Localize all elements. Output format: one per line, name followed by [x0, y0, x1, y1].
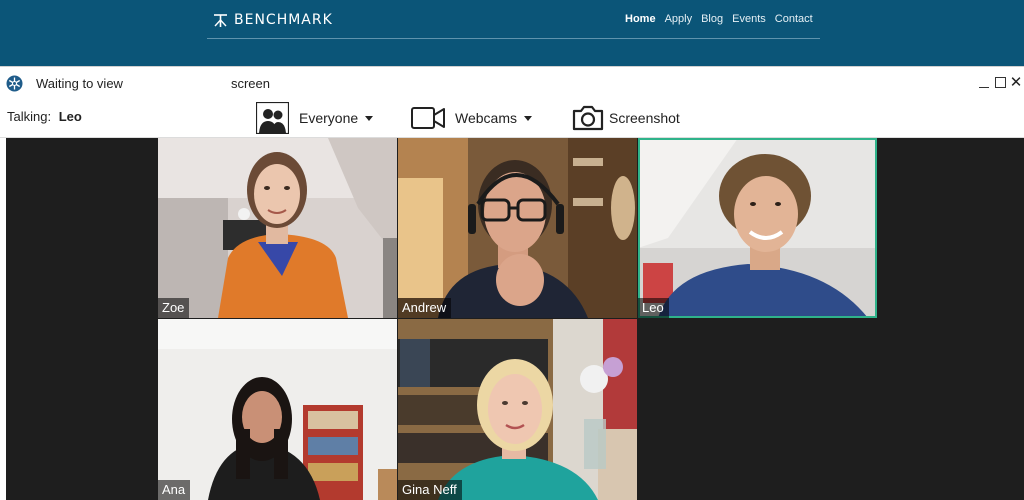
video-stage: Zoe Andrew Leo Ana Gina Neff [6, 138, 1024, 500]
snowflake-icon [6, 75, 23, 92]
participant-name: Zoe [158, 298, 190, 318]
nav-link-contact[interactable]: Contact [775, 13, 813, 25]
close-icon[interactable]: ✕ [1008, 73, 1024, 91]
brand-logo[interactable]: BENCHMARK [213, 11, 333, 29]
site-nav: Home Apply Blog Events Contact [625, 13, 813, 25]
webcam-feed [158, 319, 397, 500]
benchmark-logo-icon [214, 13, 227, 27]
video-tile-zoe[interactable]: Zoe [158, 138, 397, 318]
participant-name: Leo [638, 298, 669, 318]
participant-name: Andrew [398, 298, 452, 318]
viewer-toolbar: Talking: Leo Everyone Webcams Screenshot [0, 99, 1024, 138]
webcams-label: Webcams [455, 110, 517, 126]
talking-label: Talking: [7, 109, 52, 124]
video-tile-ana[interactable]: Ana [158, 319, 397, 500]
webcam-feed [158, 138, 397, 318]
minimize-icon[interactable] [976, 73, 992, 91]
chevron-down-icon [523, 115, 532, 121]
video-tile-leo[interactable]: Leo [638, 138, 877, 318]
participant-name: Gina Neff [398, 480, 462, 500]
screenshot-label: Screenshot [609, 110, 680, 126]
redacted-name [126, 76, 227, 91]
video-tile-andrew[interactable]: Andrew [398, 138, 637, 318]
talking-name: Leo [58, 109, 82, 124]
nav-link-apply[interactable]: Apply [665, 13, 693, 25]
nav-link-blog[interactable]: Blog [701, 13, 723, 25]
brand-name: BENCHMARK [234, 12, 333, 28]
webcam-icon [411, 107, 445, 129]
viewer-titlebar: Waiting to view screen ✕ [0, 67, 1024, 99]
everyone-label: Everyone [299, 110, 359, 126]
title-suffix: screen [230, 76, 270, 91]
participant-name: Ana [158, 480, 191, 500]
maximize-icon[interactable] [992, 73, 1008, 91]
people-icon [256, 102, 289, 134]
nav-link-events[interactable]: Events [732, 13, 766, 25]
everyone-dropdown[interactable]: Everyone [256, 99, 374, 137]
viewer-title: Waiting to view screen [36, 76, 270, 91]
webcam-feed [398, 138, 637, 318]
window-controls: ✕ [976, 73, 1024, 91]
webcam-feed [398, 319, 637, 500]
webcams-dropdown[interactable]: Webcams [411, 99, 532, 137]
nav-link-home[interactable]: Home [625, 13, 656, 25]
site-header: BENCHMARK Home Apply Blog Events Contact [0, 0, 1024, 66]
viewer-window: Waiting to view screen ✕ Talking: Leo Ev… [0, 66, 1024, 500]
header-divider [207, 38, 820, 39]
video-tile-gina-neff[interactable]: Gina Neff [398, 319, 637, 500]
screenshot-button[interactable]: Screenshot [572, 99, 680, 137]
talking-indicator: Talking: Leo [7, 109, 82, 124]
camera-icon [572, 105, 604, 131]
webcam-feed [638, 138, 877, 318]
chevron-down-icon [365, 115, 374, 121]
title-prefix: Waiting to view [36, 76, 123, 91]
